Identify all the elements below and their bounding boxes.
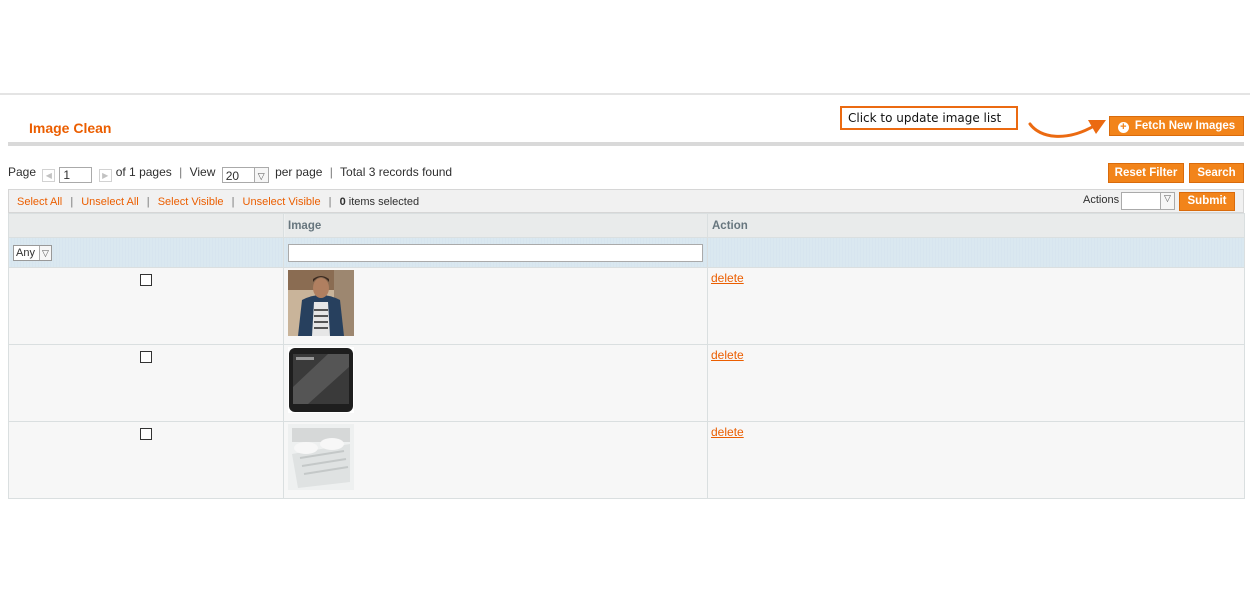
fetch-button-label: Fetch New Images bbox=[1134, 120, 1236, 132]
of-pages-text: of 1 pages bbox=[115, 165, 172, 179]
massaction-links: Select All | Unselect All | Select Visib… bbox=[17, 196, 419, 208]
actions-label: Actions bbox=[1083, 194, 1120, 206]
row-checkbox[interactable] bbox=[140, 351, 152, 363]
massaction-bar: Select All | Unselect All | Select Visib… bbox=[8, 189, 1244, 213]
total-records-text: Total 3 records found bbox=[340, 165, 453, 179]
delete-link[interactable]: delete bbox=[711, 271, 744, 285]
smartphone-photo bbox=[288, 347, 354, 413]
image-filter-input[interactable] bbox=[288, 243, 703, 262]
selected-count: 0 bbox=[339, 196, 346, 208]
page-title: Image Clean bbox=[29, 120, 112, 136]
reset-filter-button[interactable]: Reset Filter bbox=[1108, 163, 1184, 183]
mass-separator: | bbox=[231, 196, 235, 208]
per-page-value: 20 bbox=[225, 169, 240, 183]
pager-separator: | bbox=[179, 165, 183, 179]
title-divider bbox=[8, 142, 1244, 146]
per-page-select[interactable]: 20 ▽ bbox=[221, 167, 269, 183]
unselect-visible-link[interactable]: Unselect Visible bbox=[243, 196, 321, 208]
delete-link[interactable]: delete bbox=[711, 348, 744, 362]
grid-header: Image Action bbox=[8, 213, 1245, 238]
filter-row: Any ▽ bbox=[8, 237, 1245, 268]
page-label: Page bbox=[8, 165, 37, 179]
actions-select[interactable]: ▽ bbox=[1121, 192, 1175, 210]
row-checkbox[interactable] bbox=[140, 428, 152, 440]
per-page-text: per page bbox=[275, 165, 323, 179]
plus-icon: + bbox=[1117, 122, 1129, 133]
image-grid: Image Action Any ▽ delete delete delete bbox=[8, 213, 1245, 499]
table-row: delete bbox=[8, 344, 1245, 422]
chevron-down-icon: ▽ bbox=[253, 168, 268, 182]
prev-page-icon[interactable]: ◀ bbox=[42, 169, 56, 182]
bedding-photo bbox=[288, 424, 354, 490]
top-divider bbox=[0, 93, 1250, 95]
view-label: View bbox=[189, 165, 216, 179]
column-header-select bbox=[8, 213, 284, 238]
select-visible-link[interactable]: Select Visible bbox=[158, 196, 224, 208]
table-row: delete bbox=[8, 421, 1245, 499]
chevron-down-icon: ▽ bbox=[1160, 193, 1174, 209]
chevron-down-icon: ▽ bbox=[39, 245, 51, 260]
column-header-image[interactable]: Image bbox=[283, 213, 708, 238]
select-filter[interactable]: Any ▽ bbox=[13, 244, 52, 261]
fetch-new-images-button[interactable]: + Fetch New Images bbox=[1109, 116, 1244, 136]
unselect-all-link[interactable]: Unselect All bbox=[81, 196, 138, 208]
callout-arrow-icon bbox=[1028, 120, 1106, 138]
mass-separator: | bbox=[146, 196, 150, 208]
table-row: delete bbox=[8, 267, 1245, 345]
search-button[interactable]: Search bbox=[1189, 163, 1244, 183]
next-page-icon[interactable]: ▶ bbox=[98, 169, 112, 182]
callout-box: Click to update image list bbox=[840, 106, 1018, 130]
row-checkbox[interactable] bbox=[140, 274, 152, 286]
mass-separator: | bbox=[70, 196, 74, 208]
action-filter-cell bbox=[707, 237, 1245, 268]
delete-link[interactable]: delete bbox=[711, 425, 744, 439]
page-number-input[interactable]: 1 bbox=[59, 167, 93, 183]
pager: Page ◀ 1 ▶ of 1 pages | View 20 ▽ per page … bbox=[8, 165, 452, 183]
submit-button[interactable]: Submit bbox=[1179, 192, 1235, 211]
mass-separator: | bbox=[328, 196, 332, 208]
man-jacket-photo bbox=[288, 270, 354, 336]
select-filter-value: Any bbox=[16, 246, 35, 259]
pager-separator: | bbox=[329, 165, 333, 179]
column-header-action: Action bbox=[707, 213, 1245, 238]
selected-text: items selected bbox=[348, 196, 420, 208]
select-all-link[interactable]: Select All bbox=[17, 196, 62, 208]
